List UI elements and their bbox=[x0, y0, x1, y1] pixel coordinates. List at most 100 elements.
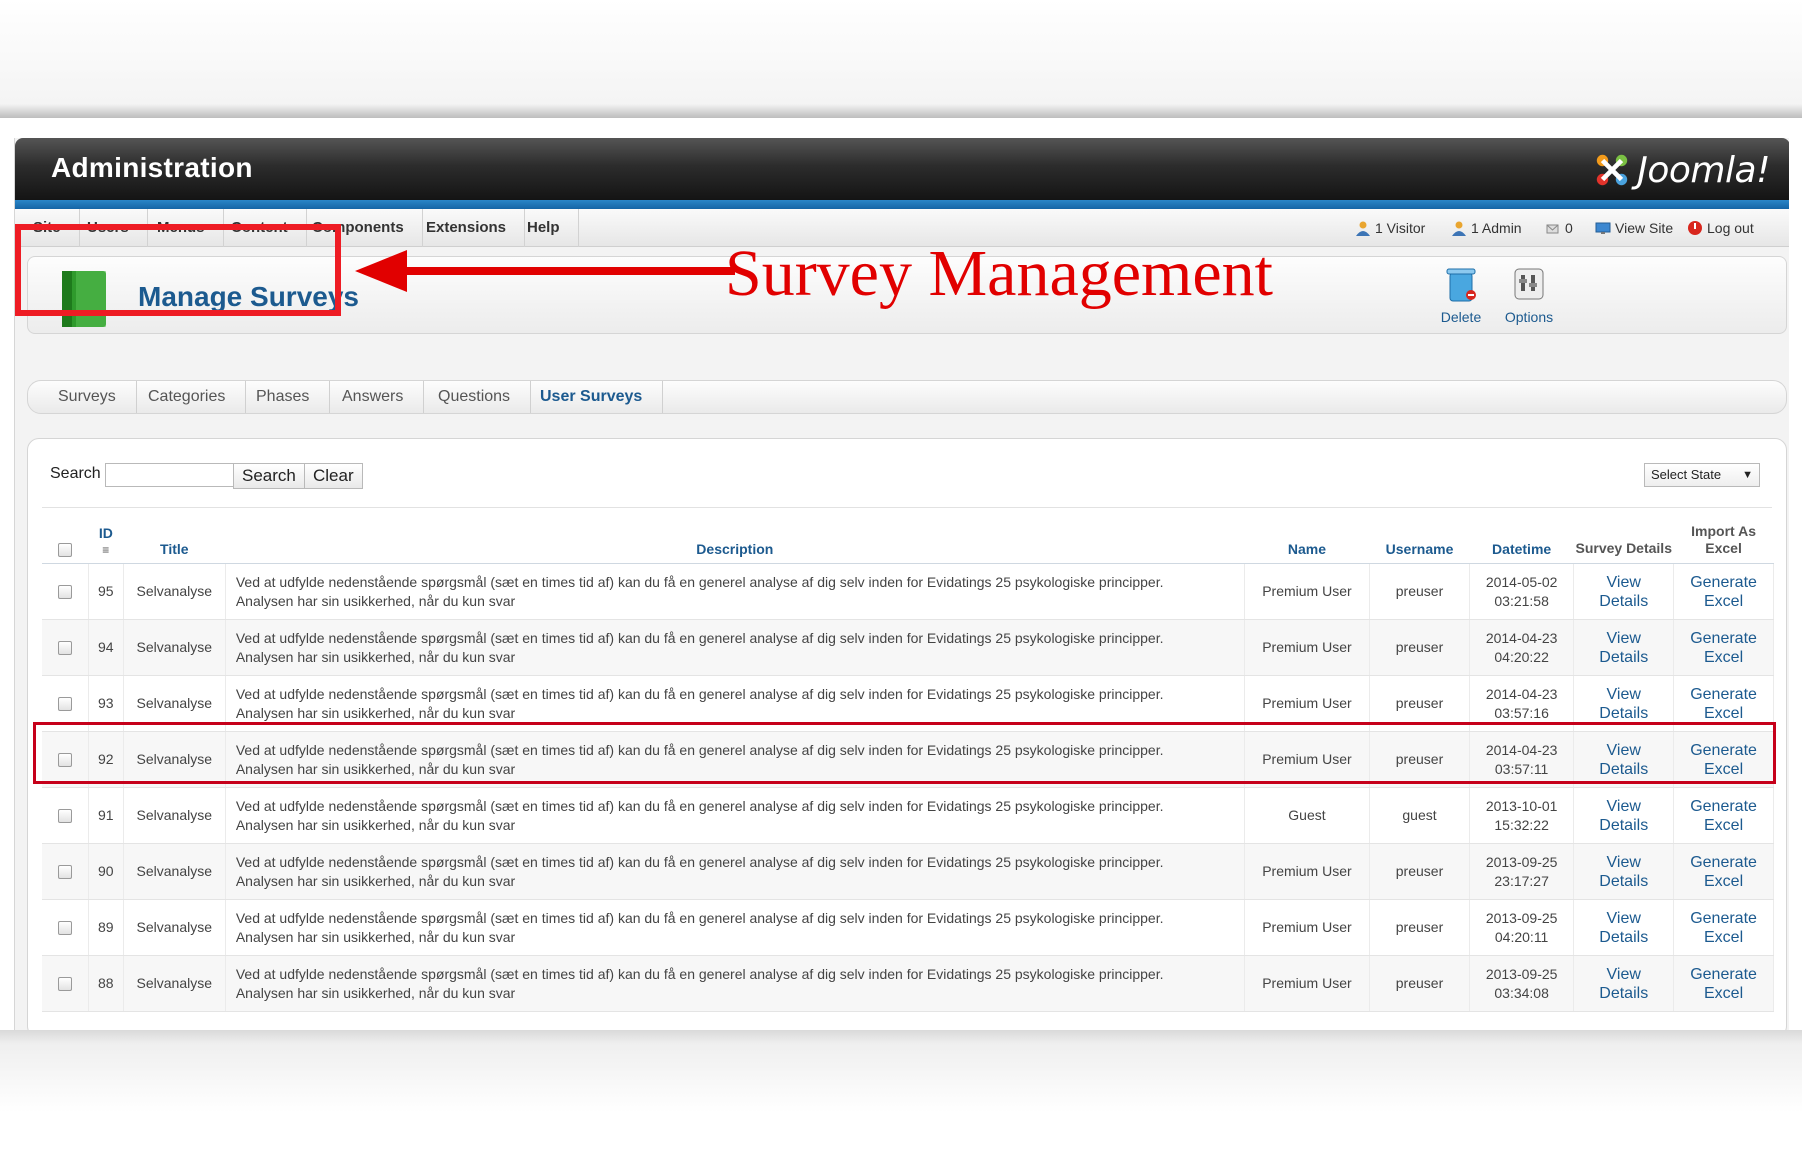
clear-button[interactable]: Clear bbox=[304, 463, 363, 489]
generate-excel-link[interactable]: Generate Excel bbox=[1673, 619, 1774, 676]
row-checkbox[interactable] bbox=[57, 753, 72, 768]
row-date: 2013-09-25 bbox=[1485, 965, 1558, 982]
row-description: Ved at udfylde nedenstående spørgsmål (s… bbox=[225, 787, 1245, 844]
row-checkbox[interactable] bbox=[57, 641, 72, 656]
row-checkbox[interactable] bbox=[57, 977, 72, 992]
table-row: 95 Selvanalyse Ved at udfylde nedenstående… bbox=[42, 563, 1774, 620]
row-date: 2013-09-25 bbox=[1485, 853, 1558, 870]
row-title[interactable]: Selvanalyse bbox=[123, 843, 226, 900]
view-details-line2: Details bbox=[1599, 872, 1649, 890]
username-header[interactable]: Username bbox=[1369, 523, 1470, 564]
row-title[interactable]: Selvanalyse bbox=[123, 899, 226, 956]
tab-surveys[interactable]: Surveys bbox=[38, 381, 137, 413]
row-checkbox[interactable] bbox=[57, 921, 72, 936]
row-description: Ved at udfylde nedenstående spørgsmål (s… bbox=[225, 731, 1245, 788]
row-select-cell bbox=[42, 619, 89, 676]
user-icon bbox=[1356, 221, 1370, 236]
view-details-link[interactable]: View Details bbox=[1573, 787, 1675, 844]
view-details-link[interactable]: View Details bbox=[1573, 563, 1675, 620]
view-details-link[interactable]: View Details bbox=[1573, 955, 1675, 1012]
row-name: Premium User bbox=[1244, 731, 1371, 788]
view-site-link[interactable]: View Site bbox=[1595, 209, 1673, 247]
generate-excel-link[interactable]: Generate Excel bbox=[1673, 843, 1774, 900]
row-title[interactable]: Selvanalyse bbox=[123, 787, 226, 844]
tab-user-surveys[interactable]: User Surveys bbox=[520, 381, 664, 413]
tab-categories[interactable]: Categories bbox=[128, 381, 247, 413]
joomla-logo[interactable]: Joomla! bbox=[1593, 148, 1770, 192]
generate-excel-link[interactable]: Generate Excel bbox=[1673, 731, 1774, 788]
view-details-link[interactable]: View Details bbox=[1573, 899, 1675, 956]
row-description: Ved at udfylde nedenstående spørgsmål (s… bbox=[225, 563, 1245, 620]
search-button[interactable]: Search bbox=[233, 463, 305, 489]
row-id: 94 bbox=[88, 619, 124, 676]
row-title[interactable]: Selvanalyse bbox=[123, 619, 226, 676]
logout-link[interactable]: Log out bbox=[1687, 209, 1754, 247]
row-datetime: 2013-10-01 15:32:22 bbox=[1469, 787, 1575, 844]
row-checkbox[interactable] bbox=[57, 809, 72, 824]
options-label: Options bbox=[1504, 309, 1554, 325]
row-title[interactable]: Selvanalyse bbox=[123, 563, 226, 620]
generate-excel-line2: Excel bbox=[1704, 984, 1744, 1002]
search-input[interactable] bbox=[105, 463, 243, 487]
menu-item-help[interactable]: Help bbox=[509, 209, 579, 247]
row-title[interactable]: Selvanalyse bbox=[123, 675, 226, 732]
sort-icon: ≡ bbox=[102, 543, 110, 557]
bottom-background bbox=[0, 1030, 1802, 1168]
row-description-line1: Ved at udfylde nedenstående spørgsmål (s… bbox=[235, 797, 1164, 814]
row-title[interactable]: Selvanalyse bbox=[123, 731, 226, 788]
generate-excel-link[interactable]: Generate Excel bbox=[1673, 955, 1774, 1012]
row-date: 2013-09-25 bbox=[1485, 909, 1558, 926]
view-details-link[interactable]: View Details bbox=[1573, 731, 1675, 788]
message-count[interactable]: 0 bbox=[1545, 209, 1573, 247]
view-details-line2: Details bbox=[1599, 984, 1649, 1002]
view-details-link[interactable]: View Details bbox=[1573, 843, 1675, 900]
chevron-down-icon: ▼ bbox=[1742, 469, 1753, 481]
title-header[interactable]: Title bbox=[123, 523, 226, 564]
generate-excel-line1: Generate bbox=[1690, 965, 1757, 983]
row-id: 88 bbox=[88, 955, 124, 1012]
row-datetime: 2014-04-23 03:57:16 bbox=[1469, 675, 1575, 732]
row-select-cell bbox=[42, 731, 89, 788]
view-details-line1: View bbox=[1606, 853, 1641, 871]
view-details-link[interactable]: View Details bbox=[1573, 675, 1675, 732]
row-username: preuser bbox=[1369, 675, 1470, 732]
row-title[interactable]: Selvanalyse bbox=[123, 955, 226, 1012]
row-checkbox[interactable] bbox=[57, 865, 72, 880]
row-datetime: 2014-04-23 04:20:22 bbox=[1469, 619, 1575, 676]
row-description-line1: Ved at udfylde nedenstående spørgsmål (s… bbox=[235, 965, 1164, 982]
menu-item-extensions[interactable]: Extensions bbox=[408, 209, 526, 247]
generate-excel-link[interactable]: Generate Excel bbox=[1673, 675, 1774, 732]
logout-label: Log out bbox=[1707, 220, 1754, 236]
generate-excel-link[interactable]: Generate Excel bbox=[1673, 899, 1774, 956]
row-id: 93 bbox=[88, 675, 124, 732]
view-details-line1: View bbox=[1606, 629, 1641, 647]
delete-button[interactable]: Delete bbox=[1426, 265, 1496, 335]
row-checkbox[interactable] bbox=[57, 585, 72, 600]
options-button[interactable]: Options bbox=[1494, 265, 1564, 335]
generate-excel-link[interactable]: Generate Excel bbox=[1673, 787, 1774, 844]
row-username: preuser bbox=[1369, 955, 1470, 1012]
row-description-line2: Analysen har sin usikkerhed, når du kun … bbox=[235, 928, 516, 945]
description-header[interactable]: Description bbox=[225, 523, 1245, 564]
id-header[interactable]: ID ≡ bbox=[88, 523, 124, 564]
row-checkbox[interactable] bbox=[57, 697, 72, 712]
view-details-line2: Details bbox=[1599, 592, 1649, 610]
row-description-line2: Analysen har sin usikkerhed, når du kun … bbox=[235, 816, 516, 833]
generate-excel-line1: Generate bbox=[1690, 629, 1757, 647]
generate-excel-line2: Excel bbox=[1704, 704, 1744, 722]
tab-answers[interactable]: Answers bbox=[322, 381, 425, 413]
state-select[interactable]: Select State ▼ bbox=[1644, 463, 1760, 487]
generate-excel-line2: Excel bbox=[1704, 816, 1744, 834]
view-details-link[interactable]: View Details bbox=[1573, 619, 1675, 676]
trash-icon bbox=[1446, 268, 1476, 302]
select-all-checkbox[interactable] bbox=[58, 543, 73, 557]
generate-excel-line1: Generate bbox=[1690, 909, 1757, 927]
generate-excel-link[interactable]: Generate Excel bbox=[1673, 563, 1774, 620]
generate-excel-line1: Generate bbox=[1690, 573, 1757, 591]
tab-questions[interactable]: Questions bbox=[418, 381, 532, 413]
datetime-header[interactable]: Datetime bbox=[1469, 523, 1574, 564]
row-time: 03:57:11 bbox=[1494, 760, 1549, 777]
name-header[interactable]: Name bbox=[1244, 523, 1370, 564]
row-select-cell bbox=[42, 787, 89, 844]
tab-phases[interactable]: Phases bbox=[236, 381, 331, 413]
